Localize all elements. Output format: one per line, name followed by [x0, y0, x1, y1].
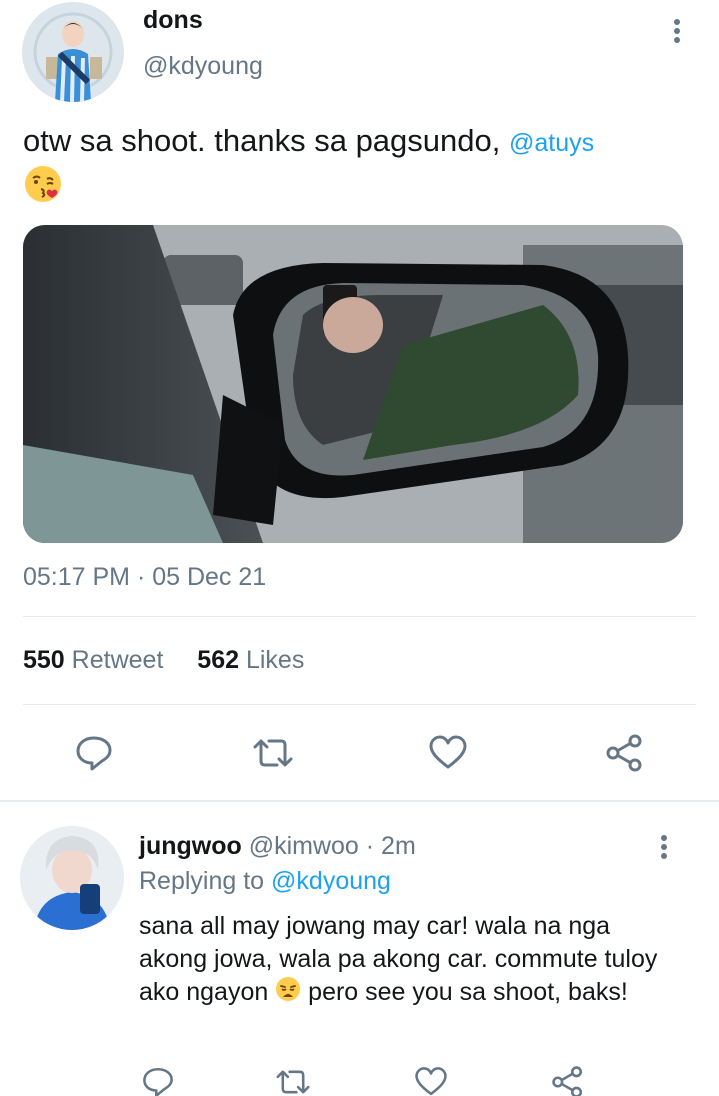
kiss-emoji-icon: [23, 164, 63, 215]
replying-to-line: Replying to @kdyoung: [139, 867, 391, 895]
likes-count[interactable]: 562 Likes: [197, 646, 304, 674]
divider: [23, 704, 696, 705]
retweet-icon[interactable]: [248, 733, 298, 773]
tweet-timestamp[interactable]: 05:17 PM · 05 Dec 21: [23, 563, 266, 592]
reply-body-part-2: pero see you sa shoot, baks!: [301, 978, 628, 1007]
author-avatar[interactable]: [22, 2, 124, 102]
author-name[interactable]: dons: [143, 6, 203, 35]
section-divider: [0, 800, 719, 802]
reply-reply-icon[interactable]: [138, 1062, 178, 1096]
reply-text: sana all may jowang may car! wala na nga…: [139, 910, 679, 1011]
separator: ·: [358, 832, 382, 860]
reply-author-handle[interactable]: @kimwoo: [249, 832, 359, 860]
tweet-text: otw sa shoot. thanks sa pagsundo, @atuys: [23, 120, 693, 215]
divider: [23, 616, 696, 617]
tweet-photo[interactable]: [23, 225, 683, 543]
like-icon[interactable]: [426, 733, 470, 773]
tweet-body: otw sa shoot. thanks sa pagsundo,: [23, 123, 509, 158]
tweet-stats: 550 Retweet 562 Likes: [23, 646, 304, 675]
reply-time[interactable]: 2m: [381, 832, 416, 860]
replying-to-mention[interactable]: @kdyoung: [271, 867, 391, 895]
author-handle[interactable]: @kdyoung: [143, 52, 263, 81]
reply-author-name[interactable]: jungwoo: [139, 832, 242, 860]
reply-share-icon[interactable]: [548, 1062, 588, 1096]
reply-author-avatar[interactable]: [20, 826, 124, 930]
share-icon[interactable]: [603, 733, 647, 773]
mention-link[interactable]: @atuys: [509, 129, 594, 157]
more-options-icon[interactable]: [665, 16, 689, 48]
reply-header: jungwoo @kimwoo · 2m: [139, 832, 416, 861]
reply-icon[interactable]: [72, 733, 116, 773]
retweet-count[interactable]: 550 Retweet: [23, 646, 163, 674]
weary-face-icon: [275, 976, 301, 1011]
reply-retweet-icon[interactable]: [271, 1062, 315, 1096]
reply-more-options-icon[interactable]: [652, 832, 676, 864]
reply-like-icon[interactable]: [411, 1062, 451, 1096]
